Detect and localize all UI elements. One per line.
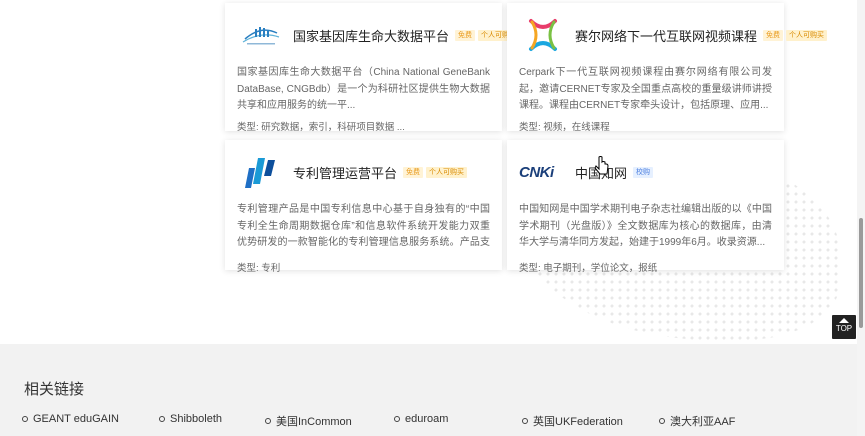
link-eduroam[interactable]: eduroam bbox=[394, 413, 448, 425]
card-type: 类型: 视频，在线课程 bbox=[519, 119, 772, 133]
card-title[interactable]: 国家基因库生命大数据平台 bbox=[293, 26, 449, 45]
mouse-pointer-icon bbox=[594, 156, 609, 175]
card-description: 中国知网是中国学术期刊电子杂志社编辑出版的以《中国学术期刊（光盘版）》全文数据库… bbox=[519, 204, 772, 248]
page-scrollbar[interactable] bbox=[857, 0, 865, 436]
link-incommon[interactable]: 美国InCommon bbox=[265, 413, 352, 429]
individual-purchase-badge: 个人可购买 bbox=[426, 166, 468, 178]
link-ukfederation[interactable]: 英国UKFederation bbox=[522, 413, 623, 429]
circle-bullet-icon bbox=[159, 416, 165, 422]
circle-bullet-icon bbox=[22, 416, 28, 422]
link-label: Shibboleth bbox=[170, 413, 222, 425]
school-purchase-badge: 校购 bbox=[633, 166, 654, 178]
resource-card-cngbdb[interactable]: 国家基因库生命大数据平台 免费 个人可购买 国家基因库生命大数据平台（China… bbox=[225, 3, 520, 133]
card-header: 国家基因库生命大数据平台 免费 个人可购买 bbox=[237, 17, 520, 53]
free-badge: 免费 bbox=[403, 166, 424, 178]
free-badge: 免费 bbox=[763, 29, 784, 41]
scrollbar-thumb[interactable] bbox=[859, 218, 863, 328]
back-to-top-button[interactable]: TOP bbox=[832, 315, 856, 339]
link-shibboleth[interactable]: Shibboleth bbox=[159, 413, 222, 425]
footer-title: 相关链接 bbox=[24, 381, 85, 398]
card-header: 赛尔网络下一代互联网视频课程 免费 个人可购买 bbox=[519, 17, 828, 53]
individual-purchase-badge: 个人可购买 bbox=[786, 29, 828, 41]
type-value: 专利 bbox=[261, 263, 281, 274]
card-type: 类型: 研究数据，索引，科研项目数据 ... bbox=[237, 119, 490, 133]
circle-bullet-icon bbox=[522, 418, 528, 424]
type-value: 电子期刊，学位论文，报纸 bbox=[543, 263, 658, 274]
link-label: 美国InCommon bbox=[276, 416, 352, 428]
link-label: eduroam bbox=[405, 413, 449, 425]
type-value: 研究数据，索引，科研项目数据 ... bbox=[261, 122, 405, 133]
type-label: 类型: bbox=[519, 263, 541, 274]
circle-bullet-icon bbox=[659, 418, 665, 424]
card-type: 类型: 专利 bbox=[237, 260, 490, 274]
link-label: GEANT eduGAIN bbox=[33, 413, 119, 425]
cngb-logo-icon bbox=[237, 17, 285, 53]
link-label: 英国UKFederation bbox=[533, 416, 623, 428]
type-label: 类型: bbox=[237, 122, 259, 133]
link-aaf[interactable]: 澳大利亚AAF bbox=[659, 413, 735, 429]
card-title[interactable]: 赛尔网络下一代互联网视频课程 bbox=[575, 26, 757, 45]
card-header: CNKi 中国知网 校购 bbox=[519, 154, 772, 190]
cnki-logo-text: CNKi bbox=[519, 163, 554, 181]
top-label: TOP bbox=[835, 324, 853, 333]
cernet-x-logo-icon bbox=[519, 17, 567, 53]
type-value: 视频，在线课程 bbox=[543, 122, 610, 133]
resource-card-cnki[interactable]: CNKi 中国知网 校购 中国知网是中国学术期刊电子杂志社编辑出版的以《中国学术… bbox=[507, 140, 784, 274]
card-description: Cerpark下一代互联网视频课程由赛尔网络有限公司发起，邀请CERNET专家及… bbox=[519, 67, 772, 111]
cnki-logo-icon: CNKi bbox=[519, 154, 567, 190]
free-badge: 免费 bbox=[455, 29, 476, 41]
card-header: 专利管理运营平台 免费 个人可购买 bbox=[237, 154, 490, 190]
circle-bullet-icon bbox=[394, 416, 400, 422]
type-label: 类型: bbox=[519, 122, 541, 133]
up-arrow-icon bbox=[839, 318, 849, 323]
type-label: 类型: bbox=[237, 263, 259, 274]
resource-card-patent[interactable]: 专利管理运营平台 免费 个人可购买 专利管理产品是中国专利信息中心基于自身独有的… bbox=[225, 140, 502, 274]
link-geant-edugain[interactable]: GEANT eduGAIN bbox=[22, 413, 119, 425]
patent-platform-logo-icon bbox=[237, 154, 285, 190]
circle-bullet-icon bbox=[265, 418, 271, 424]
card-description: 国家基因库生命大数据平台（China National GeneBank Dat… bbox=[237, 67, 490, 111]
card-type: 类型: 电子期刊，学位论文，报纸 bbox=[519, 260, 772, 274]
link-label: 澳大利亚AAF bbox=[670, 416, 736, 428]
card-description: 专利管理产品是中国专利信息中心基于自身独有的“中国专利全生命周期数据仓库”和信息… bbox=[237, 204, 490, 248]
card-title[interactable]: 专利管理运营平台 bbox=[293, 163, 397, 182]
resource-card-cerpark[interactable]: 赛尔网络下一代互联网视频课程 免费 个人可购买 Cerpark下一代互联网视频课… bbox=[507, 3, 828, 133]
footer-related-links: 相关链接 GEANT eduGAIN Shibboleth 美国InCommon… bbox=[0, 344, 865, 436]
